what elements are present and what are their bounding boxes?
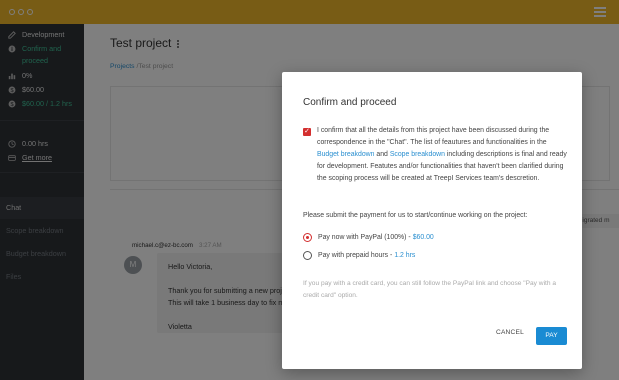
credit-card-note: If you pay with a credit card, you can s… (303, 280, 557, 299)
pay-button[interactable]: PAY (536, 327, 567, 345)
dialog-title: Confirm and proceed (303, 97, 397, 108)
radio-prepaid[interactable] (303, 251, 312, 260)
scope-breakdown-link[interactable]: Scope breakdown (390, 151, 445, 158)
option-label: Pay with prepaid hours - (318, 252, 393, 259)
option-label: Pay now with PayPal (100%) - (318, 234, 411, 241)
confirm-dialog: Confirm and proceed ✓ I confirm that all… (282, 72, 582, 369)
option-amount: 1.2 hrs (394, 252, 416, 259)
pay-prepaid-option[interactable]: Pay with prepaid hours - 1.2 hrs (303, 251, 415, 260)
pay-paypal-option[interactable]: Pay now with PayPal (100%) - $60.00 (303, 233, 434, 242)
terms-text: I confirm that all the details from this… (317, 127, 567, 182)
budget-breakdown-link[interactable]: Budget breakdown (317, 151, 374, 158)
radio-paypal[interactable] (303, 233, 312, 242)
confirm-checkbox[interactable]: ✓ (303, 128, 311, 136)
cancel-button[interactable]: CANCEL (496, 329, 524, 336)
option-amount: $60.00 (412, 234, 434, 241)
payment-prompt: Please submit the payment for us to star… (303, 212, 528, 219)
